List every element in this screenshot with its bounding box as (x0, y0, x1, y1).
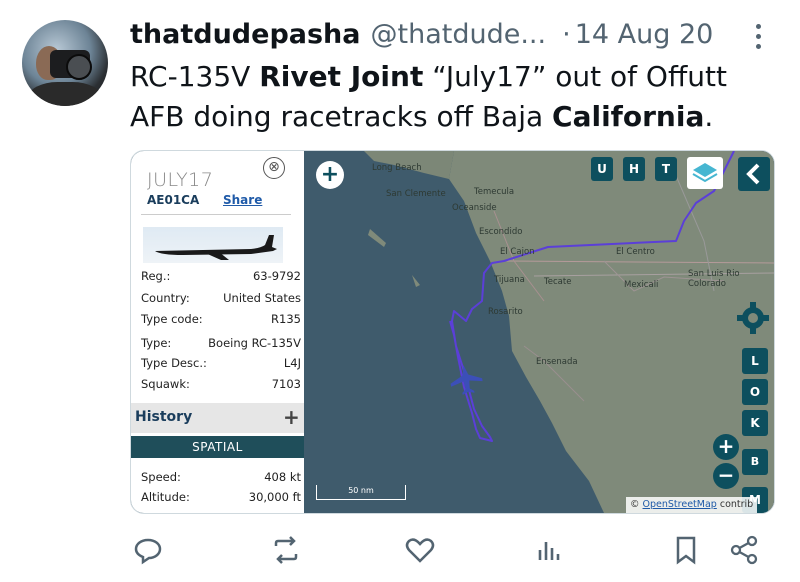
tweet-text-part: RC-135V (130, 60, 260, 93)
callsign: JULY17 (147, 169, 214, 191)
detail-value: 7103 (271, 377, 301, 391)
map[interactable]: Long Beach San Clemente Temecula Oceanside E… (304, 151, 774, 513)
toggle-b-button[interactable]: B (742, 449, 768, 475)
map-canvas[interactable] (304, 151, 774, 513)
toggle-l-button[interactable]: L (742, 348, 768, 374)
osm-link[interactable]: OpenStreetMap (643, 499, 717, 510)
map-place-label: Ensenada (536, 357, 578, 367)
detail-label: Country: (141, 291, 190, 305)
toggle-k-button[interactable]: K (742, 410, 768, 436)
attribution-prefix: © (630, 499, 643, 510)
tweet-date[interactable]: 14 Aug 20 (575, 19, 714, 50)
spatial-header: SPATIAL (131, 436, 304, 458)
detail-label: Reg.: (141, 269, 171, 283)
retweet-icon[interactable] (270, 534, 302, 566)
reply-icon[interactable] (132, 534, 164, 566)
history-label: History (135, 409, 193, 425)
divider (141, 214, 291, 215)
expand-icon[interactable]: + (283, 405, 300, 429)
chevron-left-icon (746, 163, 760, 185)
display-name[interactable]: thatdudepasha (130, 19, 361, 50)
tweet-actions (0, 534, 800, 568)
detail-value: 63-9792 (252, 269, 301, 283)
detail-value: Boeing RC-135V (208, 336, 301, 350)
views-icon[interactable] (534, 534, 566, 566)
layers-icon (692, 163, 718, 183)
share-icon[interactable] (728, 534, 760, 566)
map-place-label: Rosarito (488, 307, 523, 317)
layers-button[interactable] (687, 157, 723, 189)
map-place-label: San Luis Rio Colorado (688, 269, 740, 289)
bookmark-icon[interactable] (670, 534, 702, 566)
detail-label: Type Desc.: (141, 356, 207, 370)
like-icon[interactable] (404, 534, 436, 566)
scale-bar: 50 nm (316, 485, 406, 500)
aircraft-photo (143, 227, 283, 263)
map-place-label: El Cajon (500, 247, 535, 257)
settings-gear-icon[interactable] (736, 301, 770, 335)
tweet-text-bold: Rivet Joint (259, 60, 424, 93)
map-place-label: Oceanside (452, 203, 497, 213)
map-place-label: Tijuana (494, 275, 525, 285)
avatar[interactable] (22, 20, 108, 106)
map-place-label: Tecate (544, 277, 572, 287)
detail-label: Type code: (141, 312, 203, 326)
map-place-label: El Centro (616, 247, 655, 257)
map-place-label: Temecula (474, 187, 515, 197)
map-place-label: Mexicali (624, 280, 659, 290)
toggle-h-button[interactable]: H (623, 157, 645, 181)
user-handle[interactable]: @thatdude... (371, 19, 547, 50)
map-attribution: © OpenStreetMap contrib (626, 497, 758, 513)
map-place-label: Long Beach (372, 163, 422, 173)
more-options-icon[interactable] (752, 24, 764, 54)
map-place-label: Escondido (479, 227, 523, 237)
avatar-shirt (28, 82, 102, 106)
tweet-media-image[interactable]: JULY17 AE01CA Share ⊗ Reg.: 63-9792 Countr… (130, 150, 775, 514)
tweet-text-part: . (704, 100, 714, 133)
aircraft-silhouette (155, 235, 277, 260)
detail-value: United States (223, 291, 301, 305)
add-icon[interactable]: + (316, 161, 344, 189)
tweet-header: thatdudepasha @thatdude... · 14 Aug 20 (130, 16, 713, 52)
history-section[interactable]: History + (131, 403, 304, 433)
toggle-o-button[interactable]: O (742, 379, 768, 405)
hex-code: AE01CA (147, 193, 200, 207)
spatial-label: Speed: (141, 470, 181, 484)
collapse-panel-button[interactable] (738, 157, 770, 191)
zoom-out-button[interactable]: − (713, 463, 739, 489)
detail-label: Type: (141, 336, 172, 350)
detail-value: L4J (283, 356, 301, 370)
detail-label: Squawk: (141, 377, 190, 391)
separator-dot: · (562, 18, 571, 50)
map-place-label: San Clemente (386, 189, 446, 199)
spatial-value: 30,000 ft (248, 490, 301, 504)
zoom-in-button[interactable]: + (713, 434, 739, 460)
attribution-suffix: contrib (716, 499, 754, 510)
toggle-t-button[interactable]: T (655, 157, 677, 181)
close-icon[interactable]: ⊗ (263, 157, 285, 179)
toggle-u-button[interactable]: U (591, 157, 613, 181)
detail-value: R135 (271, 312, 301, 326)
avatar-lens (66, 54, 92, 80)
tweet-text: RC-135V Rivet Joint “July17” out of Offu… (130, 57, 770, 137)
spatial-label: Altitude: (141, 490, 190, 504)
aircraft-info-panel: JULY17 AE01CA Share ⊗ Reg.: 63-9792 Countr… (131, 151, 304, 513)
spatial-value: 408 kt (264, 470, 301, 484)
tweet-text-bold: California (552, 100, 705, 133)
share-link[interactable]: Share (223, 193, 262, 207)
